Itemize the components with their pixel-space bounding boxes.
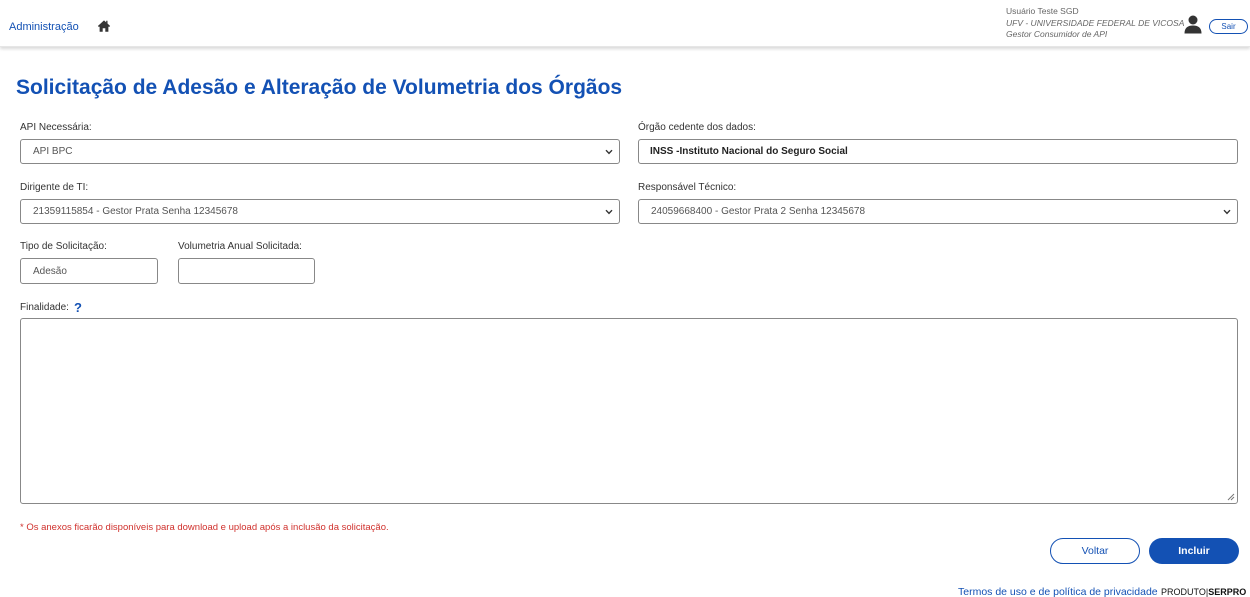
user-organization: UFV - UNIVERSIDADE FEDERAL DE VICOSA [1006, 17, 1185, 28]
orgao-value: INSS -Instituto Nacional do Seguro Socia… [650, 146, 848, 157]
dirigente-selected-value: 21359115854 - Gestor Prata Senha 1234567… [33, 206, 238, 217]
chevron-down-icon [605, 209, 613, 214]
tipo-value: Adesão [33, 265, 67, 277]
user-info: Usuário Teste SGD UFV - UNIVERSIDADE FED… [1006, 6, 1184, 41]
api-selected-value: API BPC [33, 146, 73, 157]
dirigente-label: Dirigente de TI: [20, 182, 89, 193]
home-icon[interactable] [97, 19, 111, 33]
user-name: Usuário Teste SGD [1006, 6, 1079, 16]
finalidade-textarea[interactable] [20, 318, 1238, 504]
nav-admin-link[interactable]: Administração [9, 21, 79, 33]
orgao-label: Órgão cedente dos dados: [638, 122, 756, 133]
top-header: Administração Usuário Teste SGD UFV - UN… [0, 0, 1250, 47]
chevron-down-icon [1223, 209, 1231, 214]
responsavel-label: Responsável Técnico: [638, 182, 737, 193]
volumetria-input[interactable] [187, 259, 314, 283]
dirigente-select[interactable]: 21359115854 - Gestor Prata Senha 1234567… [20, 199, 620, 224]
chevron-down-icon [605, 149, 613, 154]
terms-link[interactable]: Termos de uso e de política de privacida… [958, 586, 1158, 597]
api-select[interactable]: API BPC [20, 139, 620, 164]
footer-brand-name: SERPRO [1208, 587, 1247, 597]
help-icon[interactable]: ? [74, 300, 82, 315]
user-role: Gestor Consumidor de API [1006, 29, 1108, 39]
api-label: API Necessária: [20, 122, 92, 133]
include-button[interactable]: Incluir [1149, 538, 1239, 564]
finalidade-label: Finalidade: [20, 302, 69, 313]
responsavel-select[interactable]: 24059668400 - Gestor Prata 2 Senha 12345… [638, 199, 1238, 224]
orgao-field: INSS -Instituto Nacional do Seguro Socia… [638, 139, 1238, 164]
footer-brand: PRODUTO|SERPRO [1161, 587, 1246, 597]
tipo-field: Adesão [20, 258, 158, 284]
responsavel-selected-value: 24059668400 - Gestor Prata 2 Senha 12345… [651, 206, 866, 217]
page-title: Solicitação de Adesão e Alteração de Vol… [16, 76, 623, 99]
logout-button[interactable]: Sair [1209, 19, 1248, 34]
attachments-note: * Os anexos ficarão disponíveis para dow… [20, 522, 389, 533]
volumetria-label: Volumetria Anual Solicitada: [178, 241, 302, 252]
back-button[interactable]: Voltar [1050, 538, 1140, 564]
user-avatar-icon [1184, 15, 1202, 34]
tipo-label: Tipo de Solicitação: [20, 241, 107, 252]
resize-grip-icon[interactable] [1227, 493, 1235, 501]
footer-product: PRODUTO [1161, 587, 1206, 597]
volumetria-input-box[interactable] [178, 258, 315, 284]
